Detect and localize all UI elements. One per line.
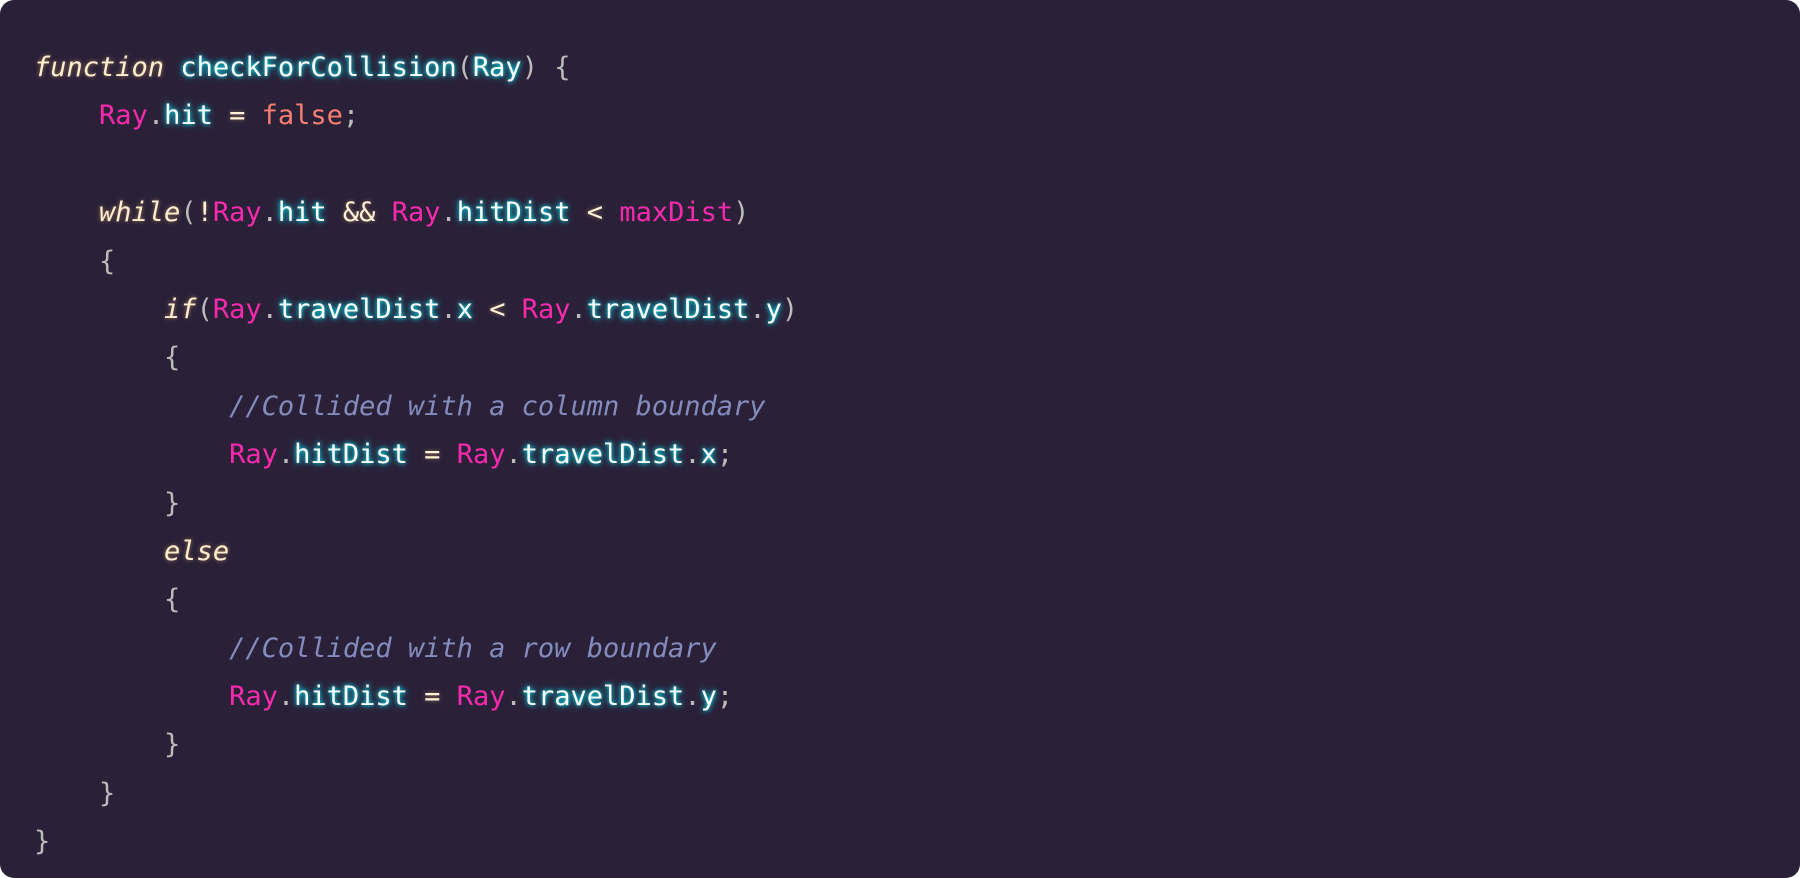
code-property: x <box>456 293 473 325</box>
code-line: else <box>34 528 1800 576</box>
code-punctuation <box>34 294 164 325</box>
code-object: Ray <box>521 293 571 325</box>
code-punctuation: { <box>34 342 181 374</box>
code-punctuation: . <box>684 681 701 713</box>
code-line: { <box>34 334 1800 382</box>
code-parameter: Ray <box>472 52 522 83</box>
code-line: function checkForCollision(Ray) { <box>34 44 1800 92</box>
code-punctuation: . <box>261 197 278 229</box>
code-punctuation: { <box>34 584 181 616</box>
code-object: Ray <box>456 681 506 713</box>
code-punctuation: . <box>505 439 522 471</box>
code-punctuation: } <box>34 777 116 809</box>
code-punctuation <box>34 439 229 470</box>
code-punctuation <box>34 633 229 664</box>
code-block[interactable]: function checkForCollision(Ray) { Ray.hi… <box>34 44 1800 867</box>
code-line: } <box>34 721 1800 769</box>
code-punctuation <box>34 536 164 567</box>
code-function-name: checkForCollision <box>180 52 457 83</box>
code-operator: ! <box>196 197 213 229</box>
code-punctuation: . <box>277 439 295 471</box>
code-boolean: false <box>261 100 343 132</box>
code-punctuation: ( <box>196 293 213 325</box>
code-property: hitDist <box>456 197 571 229</box>
code-object: Ray <box>229 439 278 471</box>
code-punctuation: . <box>261 293 278 325</box>
code-punctuation: . <box>684 439 701 471</box>
code-line: } <box>34 818 1800 866</box>
code-line: //Collided with a column boundary <box>34 383 1800 431</box>
code-line: Ray.hit = false; <box>34 92 1800 140</box>
code-punctuation: } <box>34 487 181 519</box>
code-line: Ray.hitDist = Ray.travelDist.y; <box>34 673 1800 721</box>
code-operator: && <box>326 197 392 229</box>
code-punctuation: . <box>147 100 165 132</box>
code-property: travelDist <box>277 293 441 325</box>
code-line: { <box>34 576 1800 624</box>
code-property: y <box>700 681 717 713</box>
code-line: { <box>34 238 1800 286</box>
code-operator: = <box>407 439 457 471</box>
code-operator: = <box>212 100 262 132</box>
code-punctuation: } <box>34 826 51 858</box>
code-punctuation <box>34 197 99 228</box>
code-operator: = <box>407 681 457 713</box>
code-property: hit <box>164 100 213 132</box>
code-line: //Collided with a row boundary <box>34 625 1800 673</box>
code-property: x <box>700 439 717 471</box>
code-property: travelDist <box>586 293 750 325</box>
code-keyword: while <box>99 197 181 229</box>
code-object: Ray <box>99 100 148 132</box>
code-punctuation: ) <box>781 293 799 325</box>
code-object: Ray <box>229 681 278 713</box>
code-punctuation <box>34 100 99 131</box>
code-keyword: else <box>164 535 230 567</box>
code-punctuation <box>164 52 180 83</box>
code-object: Ray <box>456 439 506 471</box>
code-punctuation: ( <box>180 197 197 229</box>
code-property: hitDist <box>294 439 408 471</box>
code-punctuation <box>34 391 229 422</box>
code-object: Ray <box>212 197 262 229</box>
code-property: hitDist <box>294 681 408 713</box>
code-line: } <box>34 770 1800 818</box>
code-line: if(Ray.travelDist.x < Ray.travelDist.y) <box>34 286 1800 334</box>
code-editor[interactable]: function checkForCollision(Ray) { Ray.hi… <box>0 0 1800 878</box>
code-punctuation: . <box>277 681 295 713</box>
code-punctuation: ) <box>733 197 750 229</box>
code-keyword: if <box>164 293 197 325</box>
code-identifier: maxDist <box>619 197 734 229</box>
code-punctuation: . <box>749 293 766 325</box>
code-comment: //Collided with a column boundary <box>229 390 766 422</box>
code-property: y <box>765 293 782 325</box>
code-punctuation: { <box>34 245 116 277</box>
code-punctuation: . <box>440 293 457 325</box>
code-punctuation: . <box>570 293 587 325</box>
code-property: travelDist <box>521 681 685 713</box>
code-operator: < <box>570 197 620 229</box>
code-punctuation <box>34 681 229 712</box>
code-punctuation: ; <box>342 100 360 132</box>
code-punctuation: . <box>505 681 522 713</box>
code-object: Ray <box>391 197 441 229</box>
code-line: while(!Ray.hit && Ray.hitDist < maxDist) <box>34 189 1800 237</box>
code-line: ​ <box>34 141 1800 189</box>
code-line: } <box>34 480 1800 528</box>
code-punctuation: } <box>34 729 181 761</box>
code-punctuation: ; <box>716 439 734 471</box>
code-comment: //Collided with a row boundary <box>229 632 717 664</box>
code-punctuation: ( <box>456 52 473 83</box>
code-object: Ray <box>212 293 262 325</box>
code-line: Ray.hitDist = Ray.travelDist.x; <box>34 431 1800 479</box>
code-operator: < <box>472 293 522 325</box>
code-property: travelDist <box>521 439 685 471</box>
code-punctuation: ; <box>716 681 734 713</box>
code-punctuation: ) { <box>521 52 571 83</box>
code-property: hit <box>277 197 327 229</box>
code-punctuation: . <box>440 197 457 229</box>
code-keyword: function <box>34 52 165 83</box>
